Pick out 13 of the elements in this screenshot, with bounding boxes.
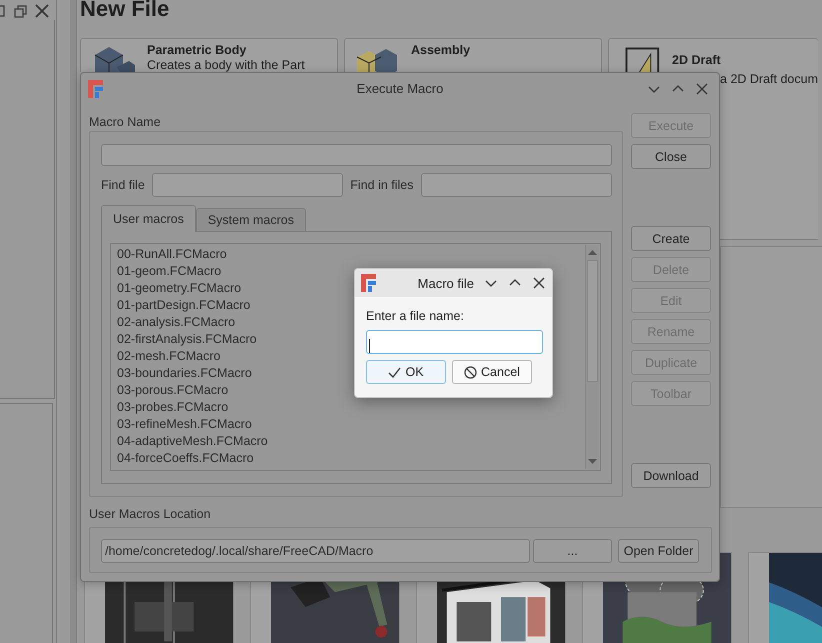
field-label: Find file bbox=[101, 178, 145, 192]
field-label: Macro Name bbox=[89, 114, 162, 131]
dialog-title: Macro file bbox=[416, 276, 475, 290]
card-title: 2D Draft bbox=[672, 53, 722, 67]
card-title: Parametric Body bbox=[147, 43, 248, 57]
prompt-label: Enter a file name: bbox=[366, 309, 465, 323]
page-heading: New File bbox=[80, 0, 170, 22]
field-label: User Macros Location bbox=[89, 506, 212, 523]
field-label: Find in files bbox=[350, 178, 414, 192]
window-title: Execute Macro bbox=[356, 81, 444, 96]
card-description: a 2D Draft docum bbox=[720, 72, 818, 86]
card-description: Creates a body with the Part bbox=[147, 58, 305, 72]
card-title: Assembly bbox=[411, 43, 470, 57]
